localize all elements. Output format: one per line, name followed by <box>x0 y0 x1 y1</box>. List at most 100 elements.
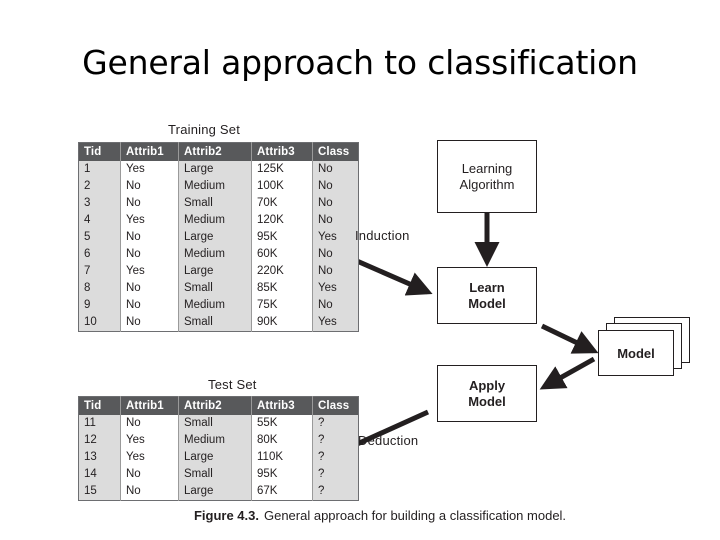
cell-class: Yes <box>312 229 359 246</box>
cell-tid: 15 <box>78 483 121 501</box>
cell-attrib1: No <box>120 483 179 501</box>
cell-tid: 2 <box>78 178 121 195</box>
cell-attrib1: No <box>120 229 179 246</box>
cell-attrib1: No <box>120 195 179 212</box>
column-header-attrib1: Attrib1 <box>120 396 179 415</box>
table-header-row: Tid Attrib1 Attrib2 Attrib3 Class <box>78 396 359 415</box>
cell-class: ? <box>312 415 359 432</box>
table-row: 8 No Small 85K Yes <box>78 280 359 297</box>
cell-tid: 5 <box>78 229 121 246</box>
figure-classification-approach: Training Set Tid Attrib1 Attrib2 Attrib3… <box>70 112 690 524</box>
cell-tid: 8 <box>78 280 121 297</box>
apply-model-label: Apply Model <box>468 378 506 410</box>
cell-class: No <box>312 297 359 314</box>
cell-tid: 14 <box>78 466 121 483</box>
cell-attrib2: Medium <box>178 246 252 263</box>
learning-algorithm-label-line2: Algorithm <box>459 176 515 192</box>
cell-attrib2: Small <box>178 415 252 432</box>
cell-attrib2: Large <box>178 161 252 178</box>
cell-attrib1: Yes <box>120 449 179 466</box>
table-row: 3 No Small 70K No <box>78 195 359 212</box>
cell-attrib1: No <box>120 314 179 332</box>
column-header-attrib1: Attrib1 <box>120 142 179 161</box>
apply-model-label-line1: Apply <box>468 377 506 393</box>
cell-attrib3: 220K <box>251 263 313 280</box>
figure-caption: Figure 4.3. General approach for building… <box>70 508 690 523</box>
cell-class: ? <box>312 483 359 501</box>
arrow-learn-model-to-model <box>540 323 599 354</box>
model-sheet-front: Model <box>598 330 674 376</box>
figure-caption-label: Figure 4.3. <box>193 508 259 523</box>
cell-attrib2: Small <box>178 280 252 297</box>
model-label: Model <box>617 345 655 361</box>
cell-class: ? <box>312 449 359 466</box>
cell-attrib1: No <box>120 280 179 297</box>
model-stack: Model <box>598 317 690 379</box>
cell-attrib2: Small <box>178 466 252 483</box>
training-set-body: 1 Yes Large 125K No 2 No Medium 100K No … <box>78 161 359 332</box>
learn-model-label-line2: Model <box>468 295 506 311</box>
cell-tid: 6 <box>78 246 121 263</box>
test-set-caption: Test Set <box>208 377 257 392</box>
cell-attrib3: 80K <box>251 432 313 449</box>
cell-tid: 3 <box>78 195 121 212</box>
cell-tid: 1 <box>78 161 121 178</box>
cell-attrib1: Yes <box>120 161 179 178</box>
cell-tid: 13 <box>78 449 121 466</box>
cell-class: ? <box>312 466 359 483</box>
cell-attrib1: No <box>120 466 179 483</box>
cell-attrib2: Large <box>178 483 252 501</box>
page-title: General approach to classification <box>82 43 638 82</box>
cell-tid: 11 <box>78 415 121 432</box>
cell-class: No <box>312 246 359 263</box>
cell-attrib3: 95K <box>251 466 313 483</box>
training-set-table: Tid Attrib1 Attrib2 Attrib3 Class 1 Yes … <box>78 142 359 332</box>
learning-algorithm-label-line1: Learning <box>461 160 513 176</box>
cell-tid: 4 <box>78 212 121 229</box>
apply-model-box: Apply Model <box>437 365 537 422</box>
table-row: 13 Yes Large 110K ? <box>78 449 359 466</box>
cell-attrib2: Small <box>178 314 252 332</box>
cell-class: No <box>312 161 359 178</box>
cell-attrib3: 100K <box>251 178 313 195</box>
test-set-body: 11 No Small 55K ? 12 Yes Medium 80K ? 13… <box>78 415 359 501</box>
cell-attrib1: No <box>120 415 179 432</box>
column-header-tid: Tid <box>78 142 121 161</box>
figure-caption-text: General approach for building a classifi… <box>263 508 567 523</box>
column-header-class: Class <box>312 396 359 415</box>
test-set-table: Tid Attrib1 Attrib2 Attrib3 Class 11 No … <box>78 396 359 501</box>
table-row: 12 Yes Medium 80K ? <box>78 432 359 449</box>
cell-attrib1: No <box>120 246 179 263</box>
cell-tid: 10 <box>78 314 121 332</box>
column-header-attrib2: Attrib2 <box>178 142 252 161</box>
cell-attrib3: 90K <box>251 314 313 332</box>
cell-tid: 9 <box>78 297 121 314</box>
cell-attrib1: Yes <box>120 212 179 229</box>
cell-class: No <box>312 178 359 195</box>
column-header-class: Class <box>312 142 359 161</box>
table-row: 14 No Small 95K ? <box>78 466 359 483</box>
cell-attrib2: Medium <box>178 297 252 314</box>
table-row: 2 No Medium 100K No <box>78 178 359 195</box>
cell-attrib3: 85K <box>251 280 313 297</box>
table-row: 4 Yes Medium 120K No <box>78 212 359 229</box>
cell-attrib2: Medium <box>178 432 252 449</box>
table-row: 6 No Medium 60K No <box>78 246 359 263</box>
cell-attrib1: No <box>120 297 179 314</box>
column-header-tid: Tid <box>78 396 121 415</box>
cell-class: No <box>312 263 359 280</box>
table-row: 1 Yes Large 125K No <box>78 161 359 178</box>
table-row: 5 No Large 95K Yes <box>78 229 359 246</box>
slide-canvas: General approach to classification Train… <box>0 0 720 540</box>
cell-attrib3: 60K <box>251 246 313 263</box>
table-row: 7 Yes Large 220K No <box>78 263 359 280</box>
cell-class: Yes <box>312 280 359 297</box>
table-row: 11 No Small 55K ? <box>78 415 359 432</box>
induction-label: Induction <box>355 228 410 243</box>
cell-attrib3: 110K <box>251 449 313 466</box>
cell-attrib3: 120K <box>251 212 313 229</box>
cell-attrib3: 55K <box>251 415 313 432</box>
cell-attrib2: Large <box>178 229 252 246</box>
cell-attrib2: Large <box>178 263 252 280</box>
cell-class: No <box>312 212 359 229</box>
